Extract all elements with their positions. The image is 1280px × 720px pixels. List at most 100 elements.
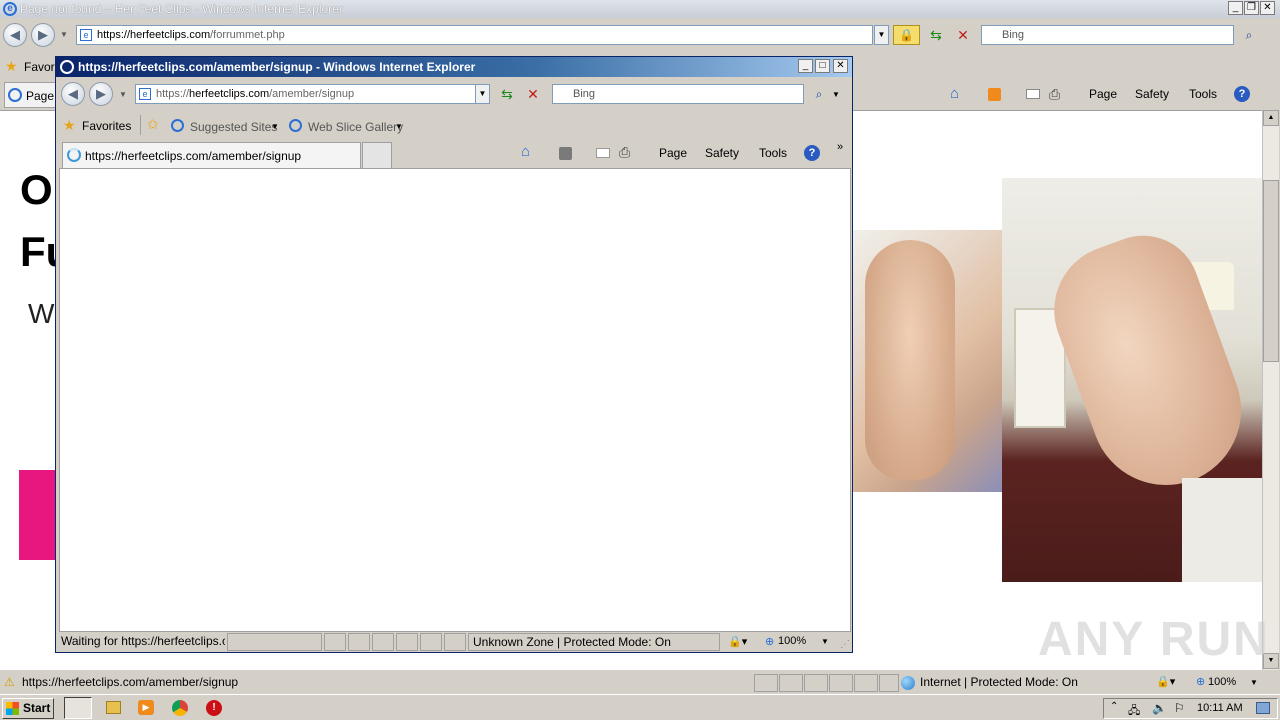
main-address-bar[interactable]: https://herfeetclips.com/forrummet.php — [76, 25, 873, 45]
address-scheme: https:// — [97, 29, 131, 41]
scroll-up-button[interactable]: ▲ — [1263, 110, 1279, 126]
popup-read-mail-icon[interactable] — [596, 148, 610, 158]
start-button[interactable]: Start — [2, 698, 54, 719]
popup-address-page-icon: e — [139, 88, 151, 100]
popup-safety-menu[interactable]: Safety — [705, 146, 739, 160]
protected-mode-icon[interactable]: 🔒▾ — [1156, 675, 1175, 688]
popup-stop-icon[interactable]: ✕ — [523, 85, 543, 103]
photo-feet-left — [853, 230, 1002, 492]
add-favorites-icon[interactable]: ✩ — [147, 116, 159, 133]
popup-title: https://herfeetclips.com/amember/signup … — [78, 60, 476, 74]
main-window-titlebar: e Page not found – Her Feet Clips - Wind… — [0, 0, 1280, 18]
popup-favorites-label[interactable]: Favorites — [82, 119, 131, 133]
recent-pages-chevron-icon[interactable]: ▼ — [60, 30, 68, 39]
home-icon[interactable]: ⌂ — [950, 85, 959, 102]
main-search-input[interactable]: Bing — [981, 25, 1234, 45]
popup-home-icon[interactable]: ⌂ — [521, 143, 530, 160]
popup-search-input[interactable]: Bing — [552, 84, 804, 104]
popup-maximize-button[interactable]: □ — [815, 59, 830, 73]
main-tools-menu[interactable]: Tools — [1189, 87, 1217, 101]
popup-print-icon[interactable]: ⎙ — [619, 144, 630, 161]
popup-zoom-icon[interactable]: ⊕ — [765, 635, 774, 648]
main-page-menu[interactable]: Page — [1089, 87, 1117, 101]
main-zoom-dropdown-icon[interactable]: ▼ — [1250, 678, 1258, 687]
popup-address-dropdown-button[interactable]: ▼ — [475, 84, 490, 104]
popup-forward-button[interactable]: ▶ — [89, 82, 113, 106]
popup-close-button[interactable]: ✕ — [833, 59, 848, 73]
web-slice-ie-icon — [289, 119, 302, 132]
taskbar-ie-icon[interactable] — [64, 697, 92, 719]
popup-zoom-dropdown-icon[interactable]: ▼ — [821, 637, 829, 646]
taskbar-chrome-icon[interactable] — [172, 700, 188, 716]
new-tab-button[interactable] — [362, 142, 392, 168]
main-status-text: https://herfeetclips.com/amember/signup — [18, 674, 752, 692]
taskbar: Start ▶ ! ⌃ 🖧 🔈 ⚐ 10:11 AM — [0, 694, 1280, 720]
main-zoom-label[interactable]: 100% — [1208, 676, 1236, 688]
address-host: herfeetclips.com — [130, 29, 211, 41]
suggested-sites-link[interactable]: Suggested Sites — [190, 120, 277, 134]
taskbar-opera-icon[interactable]: ! — [206, 700, 222, 716]
popup-address-bar[interactable]: https://herfeetclips.com/amember/signup — [135, 84, 476, 104]
popup-tab[interactable]: https://herfeetclips.com/amember/signup — [62, 142, 361, 168]
forward-button[interactable]: ▶ — [31, 23, 55, 47]
popup-protected-mode-icon[interactable]: 🔒▾ — [728, 635, 747, 648]
read-mail-icon[interactable] — [1026, 89, 1040, 99]
popup-help-icon[interactable]: ? — [804, 145, 820, 161]
popup-search-icon[interactable]: ⌕ — [809, 84, 829, 104]
popup-recent-pages-chevron-icon[interactable]: ▼ — [119, 90, 127, 99]
popup-titlebar: https://herfeetclips.com/amember/signup … — [56, 57, 852, 77]
popup-refresh-icon[interactable]: ⇆ — [497, 85, 517, 103]
tray-volume-icon[interactable]: 🔈 — [1152, 701, 1167, 715]
refresh-icon[interactable]: ⇆ — [926, 26, 946, 44]
popup-status-cell-1 — [324, 633, 346, 651]
popup-page-menu[interactable]: Page — [659, 146, 687, 160]
main-status-cell-3 — [804, 674, 828, 692]
web-slice-gallery-link[interactable]: Web Slice Gallery — [308, 120, 403, 134]
web-slice-dropdown-icon[interactable]: ▼ — [395, 122, 403, 131]
tray-expand-icon[interactable]: ⌃ — [1110, 701, 1118, 712]
tray-network-icon[interactable]: 🖧 — [1128, 702, 1140, 720]
tray-clock[interactable]: 10:11 AM — [1197, 702, 1243, 714]
popup-tools-menu[interactable]: Tools — [759, 146, 787, 160]
taskbar-explorer-icon[interactable] — [106, 701, 121, 714]
favorites-star-icon[interactable]: ★ — [5, 58, 18, 75]
main-window-title: Page not found – Her Feet Clips - Window… — [20, 2, 343, 16]
popup-favorites-star-icon[interactable]: ★ — [63, 117, 76, 134]
main-scrollbar[interactable]: ▲ ▼ — [1262, 110, 1279, 670]
minimize-button[interactable]: _ — [1228, 1, 1243, 15]
scroll-thumb[interactable] — [1263, 180, 1279, 362]
main-zoom-icon[interactable]: ⊕ — [1196, 675, 1205, 688]
close-button[interactable]: ✕ — [1260, 1, 1275, 15]
show-desktop-icon[interactable] — [1256, 702, 1270, 714]
popup-resize-grip-icon[interactable]: ⋰ — [840, 639, 850, 650]
popup-minimize-button[interactable]: _ — [798, 59, 813, 73]
taskbar-media-player-icon[interactable]: ▶ — [138, 700, 154, 715]
feeds-icon[interactable] — [988, 88, 1001, 101]
popup-search-dropdown-icon[interactable]: ▼ — [832, 90, 840, 99]
main-safety-menu[interactable]: Safety — [1135, 87, 1169, 101]
pink-block[interactable] — [19, 470, 55, 560]
main-status-cell-5 — [854, 674, 878, 692]
popup-feeds-icon[interactable] — [559, 147, 572, 160]
lock-icon[interactable]: 🔒 — [893, 25, 920, 45]
restore-button[interactable]: ❐ — [1244, 1, 1259, 15]
popup-address-host: herfeetclips.com — [189, 88, 270, 100]
popup-zoom-label[interactable]: 100% — [778, 635, 806, 647]
address-dropdown-button[interactable]: ▼ — [874, 25, 889, 45]
main-tab[interactable]: Page — [4, 82, 56, 108]
popup-ie-logo-icon — [60, 60, 74, 74]
help-icon[interactable]: ? — [1234, 86, 1250, 102]
sole-shape-left — [865, 240, 955, 480]
popup-back-button[interactable]: ◀ — [61, 82, 85, 106]
popup-overflow-chevron-icon[interactable]: » — [837, 141, 843, 153]
print-icon[interactable]: ⎙ — [1049, 86, 1060, 103]
main-status-cell-2 — [779, 674, 803, 692]
back-button[interactable]: ◀ — [3, 23, 27, 47]
suggested-sites-dropdown-icon[interactable]: ▼ — [271, 122, 279, 131]
popup-status-cell-3 — [372, 633, 394, 651]
search-icon[interactable]: ⌕ — [1239, 25, 1259, 45]
tray-flag-icon[interactable]: ⚐ — [1174, 701, 1185, 715]
stop-icon[interactable]: ✕ — [953, 26, 973, 44]
popup-status-cell-2 — [348, 633, 370, 651]
main-favorites-label[interactable]: Favori — [24, 60, 57, 74]
